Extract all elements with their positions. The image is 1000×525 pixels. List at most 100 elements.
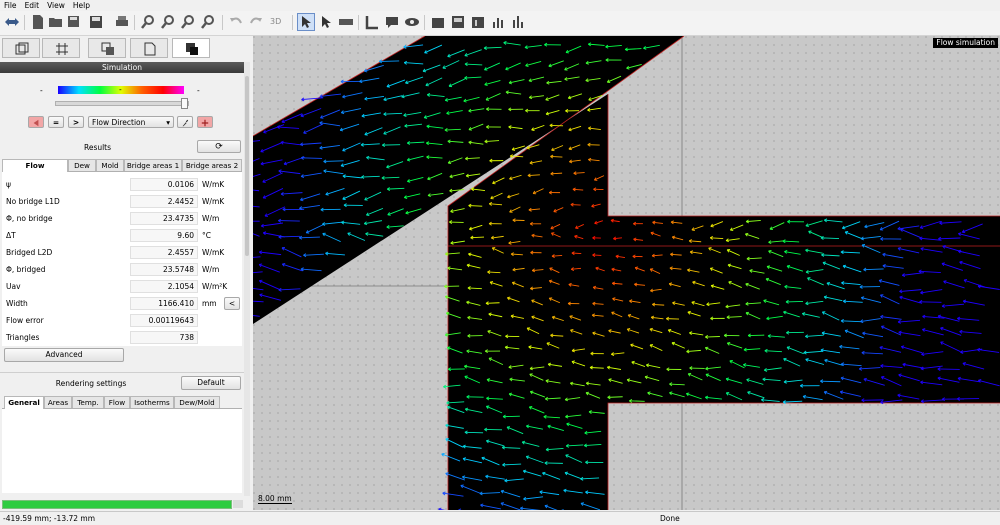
zoom-fit-icon[interactable] <box>140 14 156 30</box>
flow-arrow <box>820 381 840 382</box>
row-value: 9.60 <box>130 229 198 242</box>
left-panel: Simulation - - - = > Flow Direction▾ Res… <box>0 36 250 496</box>
display-mode-select[interactable]: Flow Direction▾ <box>88 116 174 128</box>
open-folder-icon[interactable] <box>48 14 64 30</box>
comment-icon[interactable] <box>384 14 400 30</box>
horizontal-scrollbar[interactable] <box>233 500 243 508</box>
tab-flow[interactable]: Flow <box>104 396 130 408</box>
row-unit: W/mK <box>202 248 224 257</box>
menu-file[interactable]: File <box>0 0 21 10</box>
arrow-left-icon <box>32 119 40 127</box>
flow-arrow <box>938 369 960 370</box>
tab-mold[interactable]: Mold <box>96 159 124 171</box>
save-as-icon[interactable] <box>66 14 82 30</box>
simulation-drawing[interactable] <box>253 36 1000 510</box>
row-unit: W/mK <box>202 197 224 206</box>
print-icon[interactable] <box>114 14 130 30</box>
row-value: 2.4452 <box>130 195 198 208</box>
zoom-out-icon[interactable] <box>180 14 196 30</box>
simulate-icon[interactable] <box>510 14 526 30</box>
colorbar-mid-label: - <box>119 85 122 94</box>
tab-geometry[interactable] <box>2 38 40 58</box>
result-row-uav: Uav2.1054W/m²K <box>4 278 244 295</box>
row-unit: W/m²K <box>202 282 227 291</box>
flow-arrow <box>279 236 300 237</box>
result-row-phi-bridged: Φ, bridged23.5748W/m <box>4 261 244 278</box>
tab-general[interactable]: General <box>4 396 44 409</box>
probe-button[interactable] <box>197 116 213 128</box>
tab-bridge-areas-2[interactable]: Bridge areas 2 <box>182 159 242 171</box>
undo-icon[interactable] <box>228 14 244 30</box>
select-tool-icon[interactable] <box>297 13 315 31</box>
tab-bridge-areas-1[interactable]: Bridge areas 1 <box>124 159 182 171</box>
row-value: 1166.410 <box>130 297 198 310</box>
rendering-settings-content <box>2 409 242 493</box>
tab-areas[interactable]: Areas <box>44 396 72 408</box>
prev-button[interactable] <box>28 116 44 128</box>
tab-dew-mold[interactable]: Dew/Mold <box>174 396 220 408</box>
menu-view[interactable]: View <box>43 0 69 10</box>
eyedropper-icon <box>181 119 189 127</box>
simulation-tab-icon <box>185 42 199 56</box>
row-label: Flow error <box>6 316 44 325</box>
select-node-icon[interactable] <box>318 14 334 30</box>
new-file-icon[interactable] <box>30 14 46 30</box>
tab-flow-simulation[interactable]: Flow simulation <box>2 159 68 172</box>
menu-help[interactable]: Help <box>69 0 94 10</box>
next-button[interactable]: > <box>68 116 84 128</box>
tab-simulation[interactable] <box>172 38 210 58</box>
colorbar-slider-track[interactable] <box>55 101 189 106</box>
measure-icon[interactable] <box>338 14 354 30</box>
row-unit: W/m <box>202 214 219 223</box>
canvas-mode-label: Flow simulation <box>933 38 998 48</box>
row-label: Width <box>6 299 28 308</box>
materials-icon[interactable] <box>450 14 466 30</box>
refresh-button[interactable]: ⟳ <box>197 140 241 153</box>
advanced-button[interactable]: Advanced <box>4 348 124 362</box>
row-unit: mm <box>202 299 217 308</box>
row-label: No bridge L1D <box>6 197 60 206</box>
swap-icon[interactable] <box>4 14 20 30</box>
tab-temp[interactable]: Temp. <box>72 396 104 408</box>
row-unit: W/mK <box>202 180 224 189</box>
chart-icon[interactable] <box>490 14 506 30</box>
menu-edit[interactable]: Edit <box>21 0 44 10</box>
colorbar-slider-handle[interactable] <box>181 98 188 109</box>
row-value: 23.4735 <box>130 212 198 225</box>
tab-materials[interactable] <box>88 38 126 58</box>
rendering-settings-label: Rendering settings <box>0 379 182 388</box>
boundary-icon[interactable] <box>430 14 446 30</box>
result-row-psi: ψ0.0106W/mK <box>4 176 244 193</box>
width-adjust-button[interactable]: < <box>224 297 240 310</box>
row-label: ΔT <box>6 231 16 240</box>
tab-isotherms[interactable]: Isotherms <box>130 396 174 408</box>
row-label: ψ <box>6 180 11 189</box>
drawing-canvas[interactable]: Flow simulation 8.00 mm <box>253 36 1000 510</box>
result-row-bridged-l2d: Bridged L2D2.4557W/mK <box>4 244 244 261</box>
colorbar-max-label: - <box>197 86 200 95</box>
save-icon[interactable] <box>88 14 104 30</box>
eye-icon[interactable] <box>404 14 420 30</box>
flow-arrow <box>486 303 500 304</box>
dimension-icon[interactable] <box>364 14 380 30</box>
flow-arrow <box>465 432 483 433</box>
result-row-phi-no-bridge: Φ, no bridge23.4735W/m <box>4 210 244 227</box>
left-panel-scrollbar-thumb[interactable] <box>245 76 249 256</box>
equals-button[interactable]: = <box>48 116 64 128</box>
view-3d-button[interactable]: 3D <box>270 14 286 30</box>
tab-dew[interactable]: Dew <box>68 159 96 171</box>
menu-bar: FileEditViewHelp <box>0 0 1000 11</box>
flow-arrow <box>608 397 623 398</box>
tab-grid[interactable] <box>42 38 80 58</box>
tab-boundaries[interactable] <box>130 38 168 58</box>
report-icon[interactable] <box>470 14 486 30</box>
pick-color-button[interactable] <box>177 116 193 128</box>
default-button[interactable]: Default <box>181 376 241 390</box>
result-row-triangles: Triangles738 <box>4 329 244 346</box>
probe-icon <box>201 119 209 127</box>
redo-icon[interactable] <box>248 14 264 30</box>
row-value: 0.00119643 <box>130 314 198 327</box>
row-label: Bridged L2D <box>6 248 52 257</box>
zoom-window-icon[interactable] <box>200 14 216 30</box>
zoom-in-icon[interactable] <box>160 14 176 30</box>
